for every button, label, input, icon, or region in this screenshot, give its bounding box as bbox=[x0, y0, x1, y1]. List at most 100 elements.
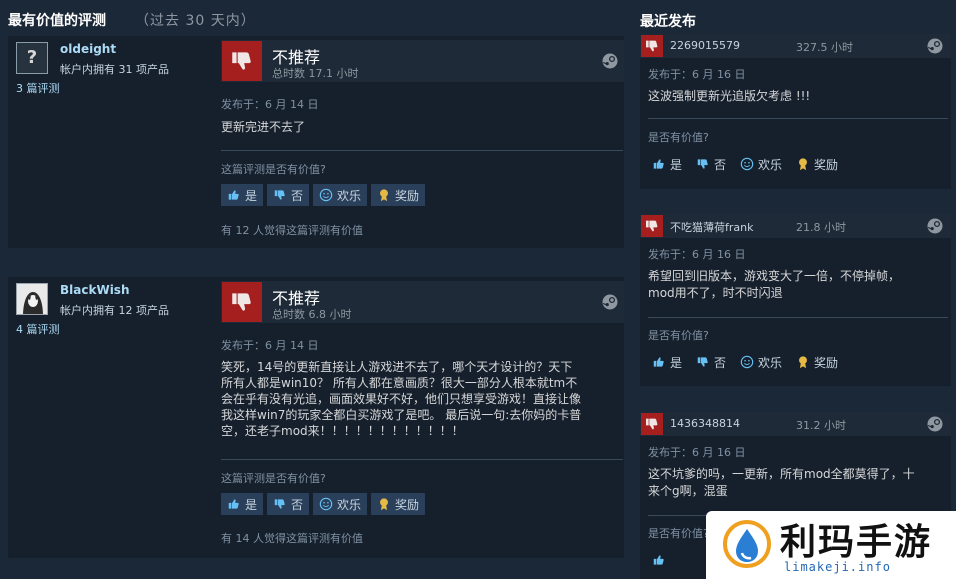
smiley-icon bbox=[319, 497, 333, 511]
recent-posted-date: 发布于：6 月 16 日 bbox=[648, 68, 746, 81]
recent-hours: 31.2 小时 bbox=[796, 419, 846, 432]
recent-vote-buttons: 是 否 欢乐 奖励 bbox=[648, 351, 842, 373]
avatar[interactable]: ? bbox=[16, 42, 48, 74]
recent-helpful-question: 是否有价值? bbox=[648, 527, 709, 540]
award-icon bbox=[380, 498, 388, 511]
award-icon bbox=[380, 189, 388, 202]
vote-no-button[interactable]: 否 bbox=[267, 493, 310, 515]
award-label: 奖励 bbox=[395, 497, 420, 512]
recent-section-title: 最近发布 bbox=[640, 14, 696, 30]
helpful-question: 这篇评测是否有价值? bbox=[221, 472, 326, 485]
thumbs-down-icon bbox=[274, 499, 285, 509]
vote-yes-button[interactable]: 是 bbox=[221, 184, 264, 206]
posted-date: 发布于：6 月 14 日 bbox=[221, 339, 319, 352]
award-button[interactable]: 奖励 bbox=[371, 493, 426, 515]
thumbs-down-icon bbox=[641, 413, 663, 435]
divider bbox=[648, 317, 948, 318]
vote-header[interactable]: 不推荐 总时数 17.1 小时 bbox=[221, 40, 624, 82]
recent-helpful-question: 是否有价值? bbox=[648, 131, 709, 144]
recent-vote-buttons: 是 否 欢乐 奖励 bbox=[648, 153, 842, 175]
vote-funny-label: 欢乐 bbox=[758, 157, 783, 172]
vote-no-button[interactable]: 否 bbox=[692, 351, 730, 373]
thumbs-down-icon bbox=[641, 35, 663, 57]
award-button[interactable]: 奖励 bbox=[792, 153, 842, 175]
vote-no-label: 否 bbox=[714, 157, 727, 172]
steam-icon bbox=[927, 38, 943, 54]
thumbs-down-icon bbox=[697, 357, 708, 367]
divider bbox=[648, 118, 948, 119]
vote-yes-label: 是 bbox=[245, 188, 258, 203]
recent-posted-date: 发布于：6 月 16 日 bbox=[648, 446, 746, 459]
recent-hours: 327.5 小时 bbox=[796, 41, 853, 54]
vote-yes-label: 是 bbox=[670, 157, 683, 172]
smiley-icon bbox=[319, 188, 333, 202]
vote-buttons: 是 否 欢乐 奖励 bbox=[221, 184, 426, 206]
smiley-icon bbox=[740, 157, 754, 171]
hours-on-record: 总时数 6.8 小时 bbox=[272, 308, 352, 321]
recent-author-name[interactable]: 1436348814 bbox=[670, 417, 740, 430]
recent-helpful-question: 是否有价值? bbox=[648, 329, 709, 342]
avatar[interactable] bbox=[16, 283, 48, 315]
vote-funny-button[interactable]: 欢乐 bbox=[736, 153, 786, 175]
review-card: ? oldeight 帐户内拥有 31 项产品 3 篇评测 不推荐 总时数 17… bbox=[8, 36, 624, 248]
recent-review-text: 这不坑爹的吗，一更新，所有mod全都莫得了，十 来个g啊，混蛋 bbox=[648, 467, 915, 498]
thumbs-up-icon bbox=[228, 499, 239, 509]
recent-author-name[interactable]: 2269015579 bbox=[670, 39, 740, 52]
vote-no-label: 否 bbox=[291, 188, 304, 203]
vote-funny-label: 欢乐 bbox=[758, 355, 783, 370]
watermark: 利玛手游 limakeji.info bbox=[706, 511, 956, 579]
divider bbox=[221, 150, 623, 151]
recent-author-name[interactable]: 不吃猫薄荷frank bbox=[670, 219, 753, 235]
award-label: 奖励 bbox=[814, 157, 839, 172]
vote-funny-label: 欢乐 bbox=[337, 188, 362, 203]
vote-funny-button[interactable]: 欢乐 bbox=[736, 351, 786, 373]
vote-no-button[interactable]: 否 bbox=[267, 184, 310, 206]
thumbs-up-icon bbox=[653, 555, 664, 565]
thumbs-down-icon bbox=[222, 282, 262, 322]
author-name-link[interactable]: oldeight bbox=[60, 42, 116, 56]
vote-yes-button[interactable] bbox=[648, 549, 670, 571]
recent-review-header[interactable]: 1436348814 31.2 小时 bbox=[640, 412, 951, 436]
vote-buttons: 是 否 欢乐 奖励 bbox=[221, 493, 426, 515]
review-body: 不推荐 总时数 6.8 小时 发布于：6 月 14 日 笑死，14号的更新直接让… bbox=[221, 277, 624, 558]
smiley-icon bbox=[740, 355, 754, 369]
review-author: BlackWish 帐户内拥有 12 项产品 4 篇评测 bbox=[8, 277, 214, 558]
vote-header[interactable]: 不推荐 总时数 6.8 小时 bbox=[221, 281, 624, 323]
recent-review-header[interactable]: 不吃猫薄荷frank 21.8 小时 bbox=[640, 214, 951, 238]
award-button[interactable]: 奖励 bbox=[792, 351, 842, 373]
award-icon bbox=[799, 356, 807, 369]
steam-icon bbox=[602, 53, 618, 69]
award-icon bbox=[799, 158, 807, 171]
author-review-count-link[interactable]: 3 篇评测 bbox=[16, 80, 60, 96]
award-button[interactable]: 奖励 bbox=[371, 184, 426, 206]
vote-yes-button[interactable]: 是 bbox=[648, 153, 686, 175]
vote-funny-button[interactable]: 欢乐 bbox=[313, 184, 368, 206]
author-name-link[interactable]: BlackWish bbox=[60, 283, 130, 297]
recent-review-header[interactable]: 2269015579 327.5 小时 bbox=[640, 34, 951, 58]
thumbs-up-icon bbox=[653, 357, 664, 367]
author-review-count-link[interactable]: 4 篇评测 bbox=[16, 321, 60, 337]
vote-yes-button[interactable]: 是 bbox=[221, 493, 264, 515]
recent-review-text: 这波强制更新光追版欠考虑 !!! bbox=[648, 89, 811, 103]
recent-vote-buttons bbox=[648, 549, 670, 571]
vote-funny-button[interactable]: 欢乐 bbox=[313, 493, 368, 515]
vote-yes-label: 是 bbox=[245, 497, 258, 512]
vote-no-button[interactable]: 否 bbox=[692, 153, 730, 175]
helpful-count: 有 12 人觉得这篇评测有价值 bbox=[221, 224, 363, 237]
award-label: 奖励 bbox=[814, 355, 839, 370]
vote-yes-button[interactable]: 是 bbox=[648, 351, 686, 373]
review-author: ? oldeight 帐户内拥有 31 项产品 3 篇评测 bbox=[8, 36, 214, 248]
helpful-section-title: 最有价值的评测 bbox=[8, 13, 106, 29]
thumbs-up-icon bbox=[653, 159, 664, 169]
steam-icon bbox=[602, 294, 618, 310]
review-card: BlackWish 帐户内拥有 12 项产品 4 篇评测 不推荐 总时数 6.8… bbox=[8, 277, 624, 558]
posted-date: 发布于：6 月 14 日 bbox=[221, 98, 319, 111]
recent-hours: 21.8 小时 bbox=[796, 221, 846, 234]
award-label: 奖励 bbox=[395, 188, 420, 203]
recent-review-card: 2269015579 327.5 小时 发布于：6 月 16 日 这波强制更新光… bbox=[640, 34, 951, 189]
vote-no-label: 否 bbox=[714, 355, 727, 370]
vote-yes-label: 是 bbox=[670, 355, 683, 370]
watermark-url: limakeji.info bbox=[784, 560, 891, 574]
steam-icon bbox=[927, 416, 943, 432]
helpful-question: 这篇评测是否有价值? bbox=[221, 163, 326, 176]
